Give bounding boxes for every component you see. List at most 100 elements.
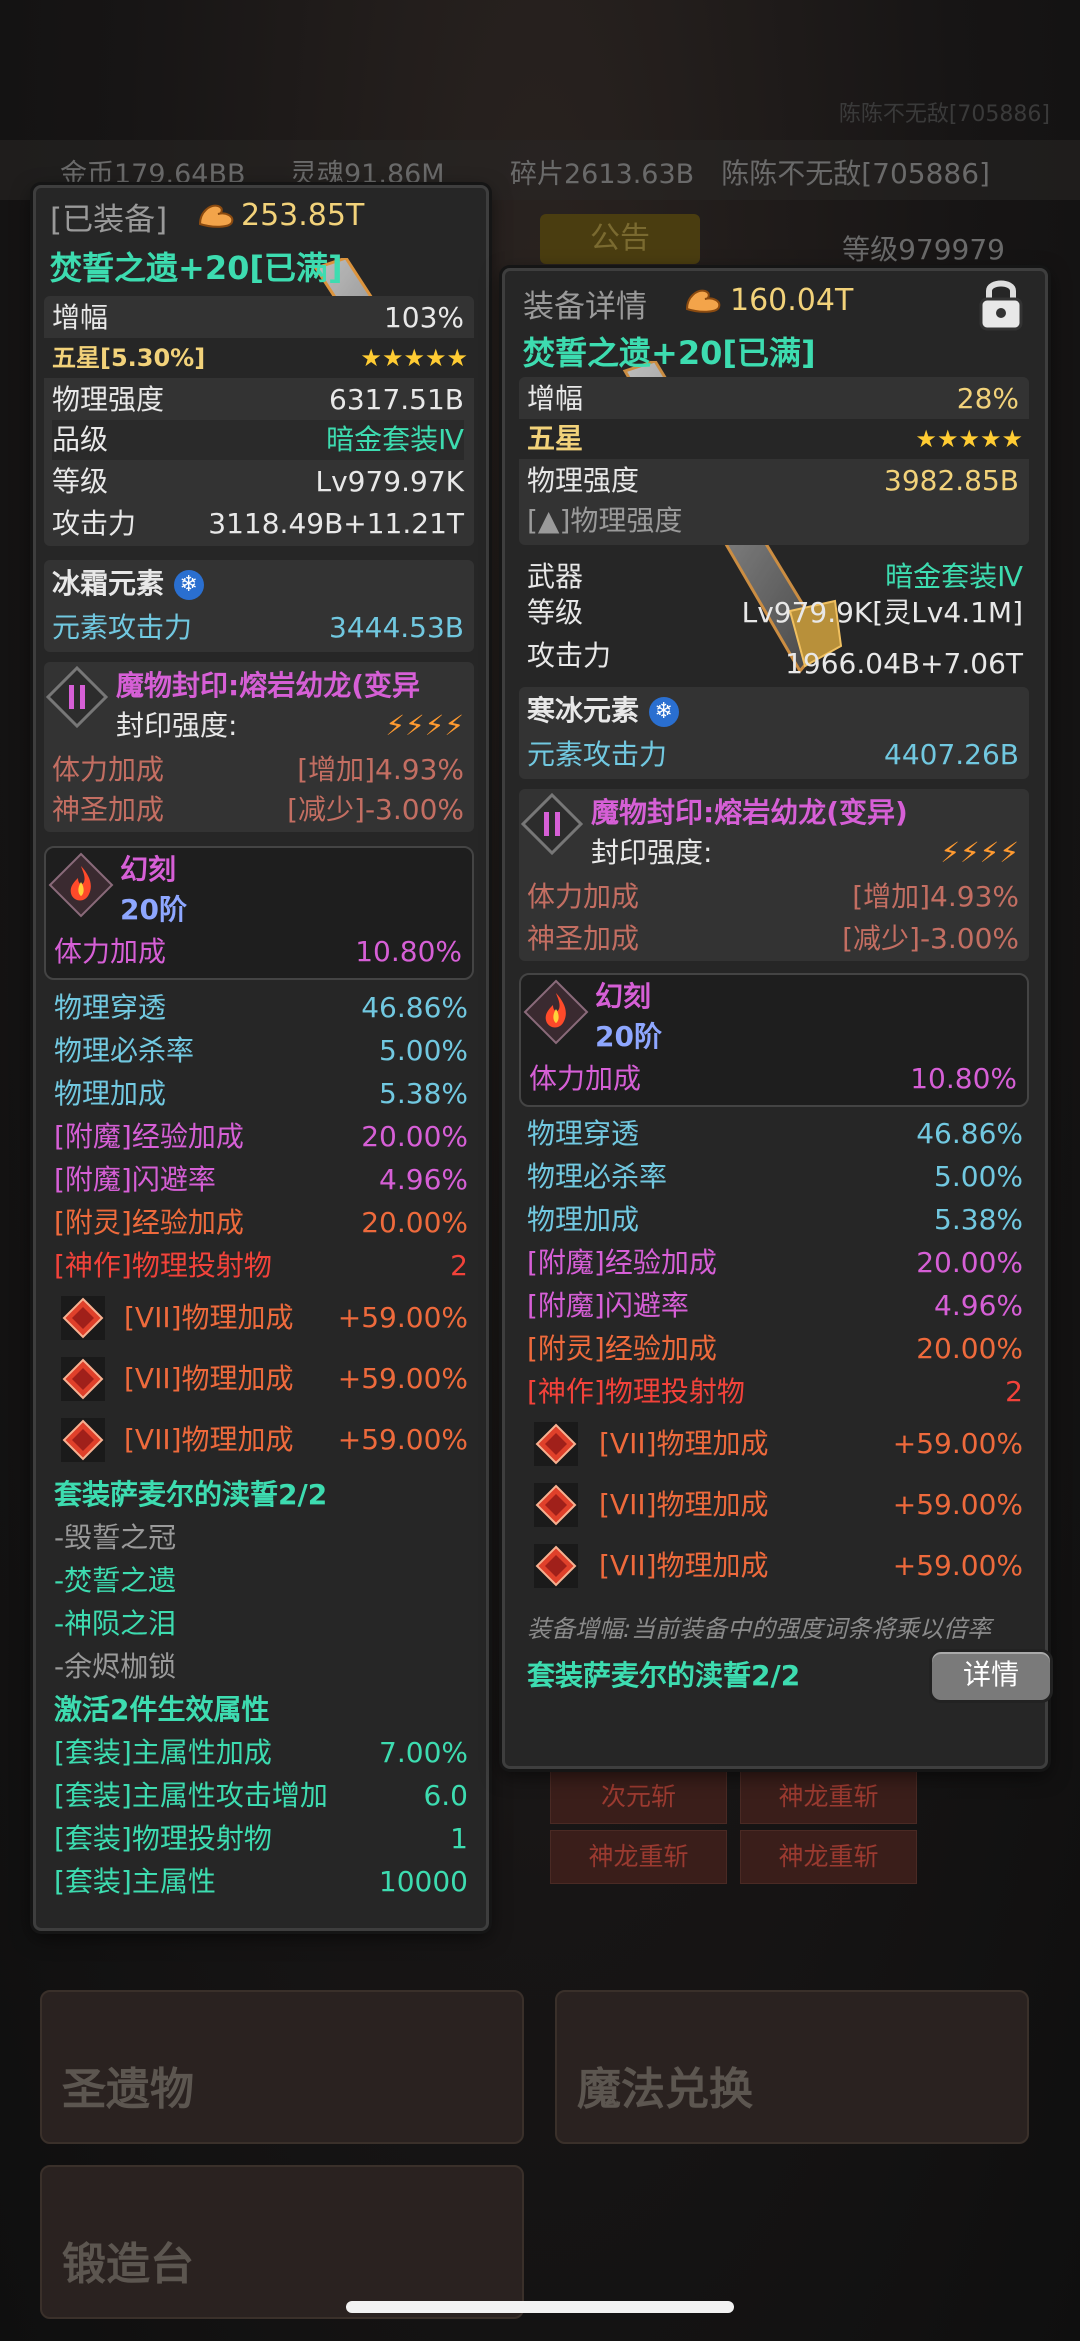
sub-stat-label: [神作]物理投射物 bbox=[527, 1375, 745, 1408]
amp-label: 增幅 bbox=[52, 301, 109, 334]
sub-stat-value: 2 bbox=[450, 1249, 468, 1282]
skill-cell[interactable]: 神龙重斩 bbox=[550, 1830, 727, 1884]
gem-stat-value: +59.00% bbox=[337, 1423, 468, 1456]
sub-stat-label: 物理必杀率 bbox=[54, 1034, 195, 1067]
item-title: 焚誓之遗+20[已满] bbox=[50, 249, 343, 287]
set-item: -神陨之泪 bbox=[54, 1607, 177, 1640]
red-gem-icon bbox=[534, 1483, 578, 1527]
set-item: -毁誓之冠 bbox=[54, 1521, 177, 1554]
magic-exchange-label: 魔法兑换 bbox=[577, 2064, 753, 2115]
element-attack-value: 4407.26B bbox=[884, 738, 1019, 771]
stat-label: 攻击力 bbox=[52, 507, 137, 540]
skill-cell[interactable]: 神龙重斩 bbox=[740, 1830, 917, 1884]
red-gem-icon bbox=[61, 1296, 105, 1340]
stat-label: 品级 bbox=[52, 423, 109, 456]
attack-label: 攻击力 bbox=[527, 639, 612, 672]
magic-exchange-tile[interactable]: 魔法兑换 bbox=[555, 1990, 1029, 2144]
seal-name: 魔物封印:熔岩幼龙(变异 bbox=[116, 669, 420, 702]
seal-box: 魔物封印:熔岩幼龙(变异) 封印强度: ⚡⚡⚡⚡ 体力加成 [增加]4.93% … bbox=[519, 789, 1029, 961]
set-active-title: 激活2件生效属性 bbox=[54, 1693, 270, 1726]
sub-stat-label: [附魔]闪避率 bbox=[527, 1289, 689, 1322]
star-rating: ★★★★★ bbox=[915, 425, 1023, 453]
gem-stat-value: +59.00% bbox=[892, 1488, 1023, 1521]
level-value: Lv979.9K[灵Lv4.1M] bbox=[741, 596, 1023, 629]
sub-stat-value: 5.00% bbox=[934, 1160, 1023, 1193]
forge-tile[interactable]: 锻造台 bbox=[40, 2165, 524, 2319]
claw-icons: ⚡⚡⚡⚡ bbox=[385, 709, 464, 742]
sub-stat-label: [附魔]闪避率 bbox=[54, 1163, 216, 1196]
stat-label: 等级 bbox=[52, 465, 109, 498]
gem-stat-value: +59.00% bbox=[892, 1427, 1023, 1460]
gem-stat-value: +59.00% bbox=[892, 1549, 1023, 1582]
illusion-name: 幻刻 bbox=[595, 980, 652, 1013]
amp-value: 103% bbox=[383, 301, 464, 334]
sub-stat-value: 5.38% bbox=[934, 1203, 1023, 1236]
set-effect-value: 7.00% bbox=[379, 1736, 468, 1769]
set-title: 套装萨麦尔的渎誓2/2 bbox=[527, 1659, 801, 1692]
element-attack-label: 元素攻击力 bbox=[527, 738, 668, 771]
seal-box: 魔物封印:熔岩幼龙(变异 封印强度: ⚡⚡⚡⚡ 体力加成 [增加]4.93% 神… bbox=[44, 662, 474, 832]
lock-icon[interactable] bbox=[973, 275, 1029, 335]
stat-value: 6317.51B bbox=[329, 383, 464, 416]
home-indicator[interactable] bbox=[346, 2301, 734, 2313]
set-item: -余烬枷锁 bbox=[54, 1650, 177, 1683]
relic-tile[interactable]: 圣遗物 bbox=[40, 1990, 524, 2144]
red-gem-icon bbox=[534, 1544, 578, 1588]
illusion-stat-label: 体力加成 bbox=[529, 1062, 642, 1095]
sub-stat-value: 20.00% bbox=[916, 1246, 1023, 1279]
sub-stat-label: [附魔]经验加成 bbox=[54, 1120, 244, 1153]
sub-stat-label: 物理穿透 bbox=[527, 1117, 640, 1150]
skill-cell[interactable]: 神龙重斩 bbox=[740, 1770, 917, 1824]
red-gem-icon bbox=[61, 1357, 105, 1401]
relic-tile-label: 圣遗物 bbox=[62, 2064, 194, 2115]
base-stats-box: 增幅 28% 五星 ★★★★★ 物理强度 3982.85B [▲]物理强度 bbox=[519, 377, 1029, 545]
player-level: 等级979979 bbox=[842, 233, 1005, 266]
gem-stat-label: [VII]物理加成 bbox=[124, 1301, 294, 1334]
gem-stat-label: [VII]物理加成 bbox=[599, 1488, 769, 1521]
illusion-box: 幻刻 20阶 体力加成 10.80% bbox=[44, 846, 474, 980]
sub-stat-label: 物理必杀率 bbox=[527, 1160, 668, 1193]
set-effect-label: [套装]物理投射物 bbox=[54, 1822, 272, 1855]
level-label: 等级 bbox=[527, 596, 584, 629]
base-stats-box: 增幅 103% 五星[5.30%] ★★★★★ 物理强度 6317.51B 品级… bbox=[44, 296, 474, 546]
notice-button[interactable]: 公告 bbox=[540, 214, 700, 264]
sub-stat-value: 20.00% bbox=[361, 1206, 468, 1239]
flame-icon bbox=[523, 979, 589, 1045]
sub-stat-value: 5.38% bbox=[379, 1077, 468, 1110]
detail-button[interactable]: 详情 bbox=[929, 1649, 1053, 1703]
illusion-name: 幻刻 bbox=[120, 853, 177, 886]
illusion-stat-value: 10.80% bbox=[355, 935, 462, 968]
set-effect-label: [套装]主属性 bbox=[54, 1865, 216, 1898]
flame-icon bbox=[48, 852, 114, 918]
seal-name: 魔物封印:熔岩幼龙(变异) bbox=[591, 796, 908, 829]
seal-stat-label: 体力加成 bbox=[52, 753, 165, 786]
strength-up-hint: [▲]物理强度 bbox=[527, 504, 683, 537]
sub-stat-label: [附灵]经验加成 bbox=[54, 1206, 244, 1239]
skill-grid: 次元斩 神龙重斩 神龙重斩 神龙重斩 bbox=[550, 1770, 930, 1930]
ghost-player-name: 陈陈不无敌[705886] bbox=[838, 102, 1050, 127]
seal-stat-value: [增加]4.93% bbox=[852, 880, 1019, 913]
seal-stat-value: [减少]-3.00% bbox=[287, 793, 464, 826]
set-effect-label: [套装]主属性攻击增加 bbox=[54, 1779, 328, 1812]
illusion-tier: 20阶 bbox=[120, 893, 187, 926]
gem-stat-label: [VII]物理加成 bbox=[599, 1549, 769, 1582]
snowflake-icon: ❄ bbox=[648, 697, 679, 727]
set-item: -焚誓之遗 bbox=[54, 1564, 177, 1597]
player-name[interactable]: 陈陈不无敌[705886] bbox=[721, 152, 990, 192]
gem-stat-value: +59.00% bbox=[337, 1362, 468, 1395]
strength-arm-icon bbox=[198, 204, 234, 228]
claw-icons: ⚡⚡⚡⚡ bbox=[940, 836, 1019, 869]
gem-stat-label: [VII]物理加成 bbox=[124, 1423, 294, 1456]
sub-stat-label: 物理加成 bbox=[527, 1203, 640, 1236]
skill-cell[interactable]: 次元斩 bbox=[550, 1770, 727, 1824]
star-rank-label: 五星[5.30%] bbox=[52, 344, 206, 372]
red-gem-icon bbox=[534, 1422, 578, 1466]
set-effect-label: [套装]主属性加成 bbox=[54, 1736, 272, 1769]
element-name: 冰霜元素 bbox=[52, 567, 165, 600]
sub-stat-value: 46.86% bbox=[361, 991, 468, 1024]
sub-stat-value: 20.00% bbox=[361, 1120, 468, 1153]
seal-stat-label: 体力加成 bbox=[527, 880, 640, 913]
weapon-label: 武器 bbox=[527, 560, 584, 593]
detail-header: 装备详情 bbox=[523, 289, 647, 325]
sub-stat-value: 5.00% bbox=[379, 1034, 468, 1067]
